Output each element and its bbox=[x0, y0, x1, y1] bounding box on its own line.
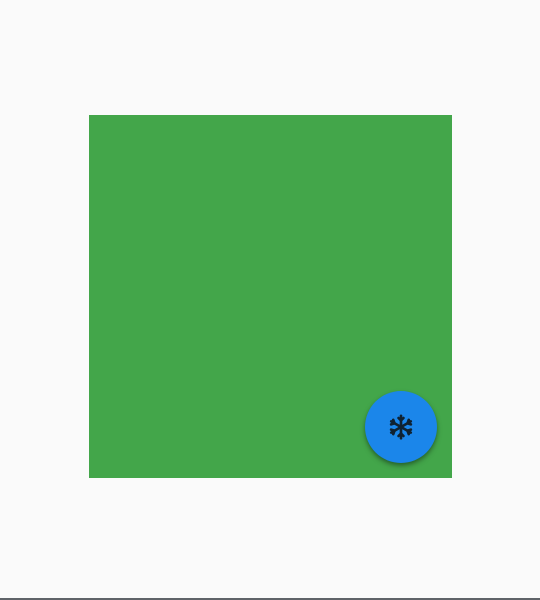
snowflake-icon bbox=[389, 414, 413, 440]
page-root bbox=[0, 0, 540, 600]
floating-action-button[interactable] bbox=[365, 391, 437, 463]
